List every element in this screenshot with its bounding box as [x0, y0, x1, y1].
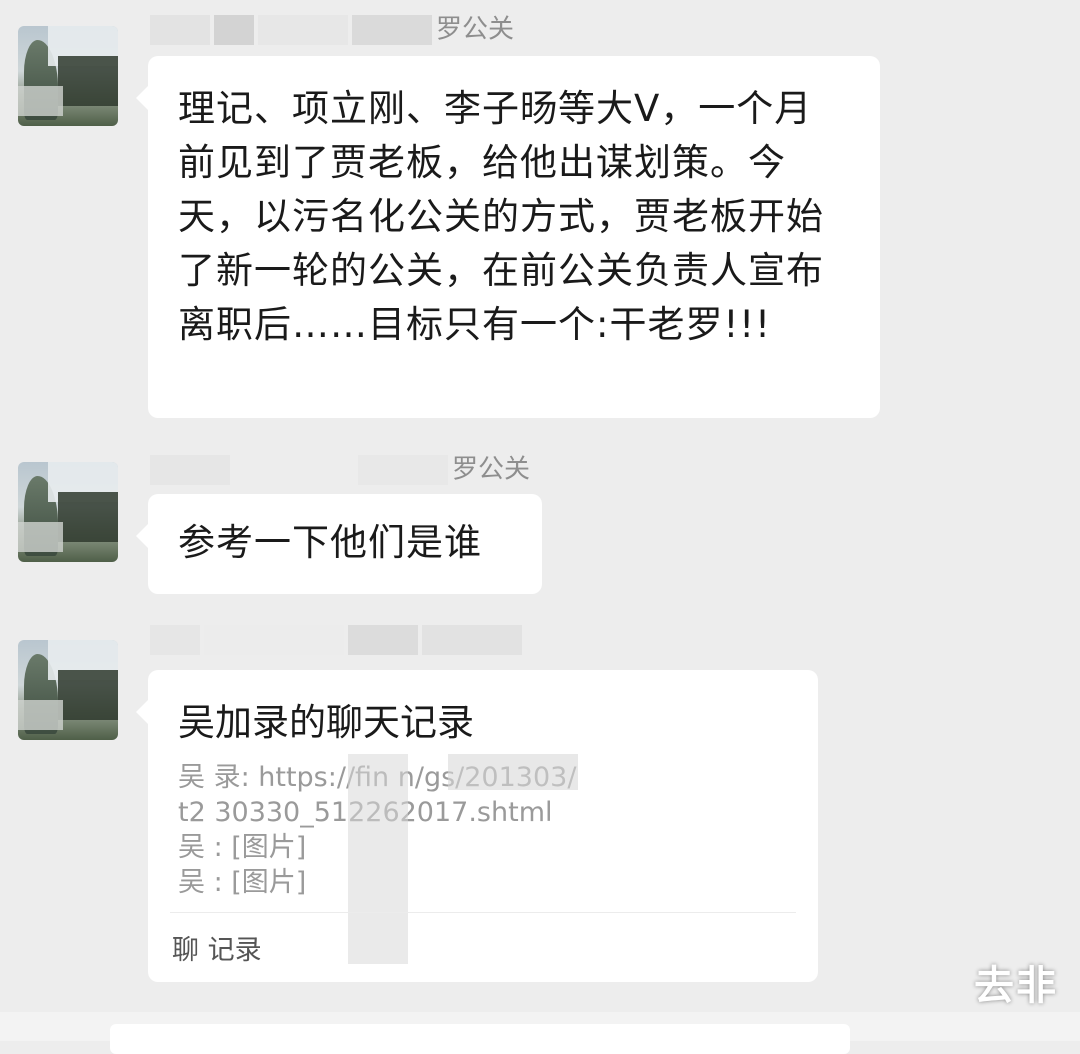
- message-bubble[interactable]: 参考一下他们是谁: [136, 494, 542, 594]
- message-input[interactable]: [110, 1024, 850, 1054]
- chat-record-line: 吴 : [图片]: [178, 867, 307, 898]
- chat-record-line: 吴 : [图片]: [178, 832, 307, 863]
- redaction-mosaic: [448, 754, 578, 790]
- avatar[interactable]: [18, 26, 118, 126]
- input-bar: [0, 1012, 1080, 1054]
- chat-record-title: 吴加录的聊天记录: [178, 701, 474, 744]
- sender-name: [150, 622, 526, 656]
- message-bubble[interactable]: 理记、项立刚、李子旸等大V，一个月前见到了贾老板，给他出谋划策。今天，以污名化公…: [136, 56, 880, 418]
- chat-record-line: t2 30330_512262017.shtml: [178, 797, 553, 828]
- avatar[interactable]: [18, 640, 118, 740]
- chat-record-footer: 聊 记录: [172, 935, 262, 966]
- message-text: 理记、项立刚、李子旸等大V，一个月前见到了贾老板，给他出谋划策。今天，以污名化公…: [178, 87, 824, 346]
- sender-name: 罗公关: [150, 12, 514, 46]
- redaction-mosaic: [348, 754, 408, 964]
- avatar[interactable]: [18, 462, 118, 562]
- watermark: 去非: [974, 963, 1058, 1009]
- sender-name: 罗公关: [150, 452, 530, 486]
- chat-record-card[interactable]: 吴加录的聊天记录 吴 录: https://fin n/gs/201303/ t…: [136, 670, 818, 982]
- message-text: 参考一下他们是谁: [178, 521, 482, 564]
- divider: [170, 912, 796, 913]
